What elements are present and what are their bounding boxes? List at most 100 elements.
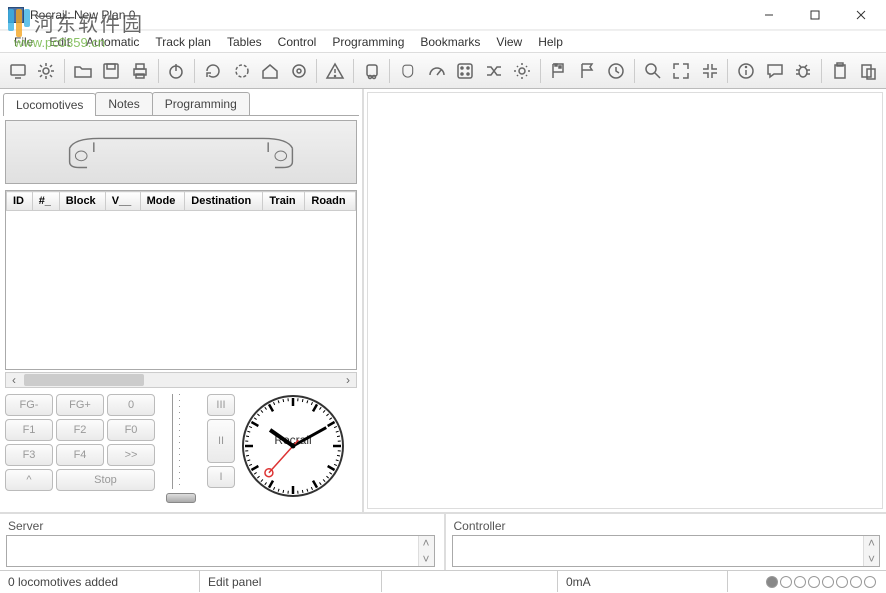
toolbar-separator	[316, 59, 317, 83]
bug-icon[interactable]	[790, 57, 818, 85]
col-block[interactable]: Block	[59, 192, 105, 211]
left-tabs: Locomotives Notes Programming	[3, 92, 359, 116]
monitor-icon[interactable]	[4, 57, 32, 85]
toolbar-separator	[353, 59, 354, 83]
controller-scrollbar[interactable]: ˄˅	[863, 536, 879, 566]
status-blank	[382, 571, 558, 592]
menu-help[interactable]: Help	[530, 33, 571, 51]
server-panel: Server ˄˅	[0, 514, 441, 570]
status-bar: 0 locomotives added Edit panel 0mA	[0, 570, 886, 592]
step-i-button[interactable]: I	[207, 466, 235, 488]
toolbar-separator	[158, 59, 159, 83]
speed-step-column: III II I	[207, 394, 235, 503]
toolbar-separator	[634, 59, 635, 83]
left-pane: Locomotives Notes Programming ID#_BlockV…	[0, 89, 364, 512]
step-iii-button[interactable]: III	[207, 394, 235, 416]
col-id[interactable]: ID	[7, 192, 33, 211]
status-mode: Edit panel	[200, 571, 382, 592]
f1-button[interactable]: F1	[5, 419, 53, 441]
gear-icon[interactable]	[33, 57, 61, 85]
power-icon[interactable]	[163, 57, 191, 85]
col-destination[interactable]: Destination	[185, 192, 263, 211]
window-minimize-button[interactable]	[746, 0, 792, 30]
menu-bar: File Edit Automatic Track plan Tables Co…	[0, 30, 886, 52]
f3-button[interactable]: F3	[5, 444, 53, 466]
print-icon[interactable]	[126, 57, 154, 85]
target-icon[interactable]	[285, 57, 313, 85]
gauge-icon[interactable]	[423, 57, 451, 85]
train-icon[interactable]	[358, 57, 386, 85]
random-icon[interactable]	[452, 57, 480, 85]
fg-plus-button[interactable]: FG+	[56, 394, 104, 416]
status-locomotives: 0 locomotives added	[0, 571, 200, 592]
menu-file[interactable]: File	[6, 33, 41, 51]
col-[interactable]: #_	[32, 192, 59, 211]
main-toolbar	[0, 52, 886, 89]
menu-programming[interactable]: Programming	[324, 33, 412, 51]
app-icon	[8, 7, 24, 23]
throttle-control-panel: FG- FG+ 0 F1 F2 F0 F3 F4 >> ^ Stop III I…	[5, 394, 357, 503]
menu-bookmarks[interactable]: Bookmarks	[412, 33, 488, 51]
controller-log-list[interactable]: ˄˅	[452, 535, 881, 567]
col-mode[interactable]: Mode	[140, 192, 185, 211]
fg-minus-button[interactable]: FG-	[5, 394, 53, 416]
tab-programming[interactable]: Programming	[152, 92, 250, 115]
analog-clock: Rocrail	[241, 394, 345, 498]
expand-icon[interactable]	[667, 57, 695, 85]
forward-button[interactable]: >>	[107, 444, 155, 466]
f4-button[interactable]: F4	[56, 444, 104, 466]
clipboard-icon[interactable]	[826, 57, 854, 85]
status-indicator-dots	[766, 576, 886, 588]
stop-button[interactable]: Stop	[56, 469, 155, 491]
f0-button[interactable]: F0	[107, 419, 155, 441]
menu-edit[interactable]: Edit	[41, 33, 78, 51]
toolbar-separator	[540, 59, 541, 83]
home-icon[interactable]	[256, 57, 284, 85]
folder-open-icon[interactable]	[69, 57, 97, 85]
save-icon[interactable]	[98, 57, 126, 85]
toolbar-separator	[821, 59, 822, 83]
col-v[interactable]: V__	[105, 192, 140, 211]
menu-trackplan[interactable]: Track plan	[147, 33, 219, 51]
locomotive-table[interactable]: ID#_BlockV__ModeDestinationTrainRoadn	[5, 190, 357, 370]
step-ii-button[interactable]: II	[207, 419, 235, 463]
window-close-button[interactable]	[838, 0, 884, 30]
server-scrollbar[interactable]: ˄˅	[418, 536, 434, 566]
shuffle-icon[interactable]	[480, 57, 508, 85]
f2-button[interactable]: F2	[56, 419, 104, 441]
flag-checkered-icon[interactable]	[545, 57, 573, 85]
tab-notes[interactable]: Notes	[95, 92, 152, 115]
col-train[interactable]: Train	[263, 192, 305, 211]
info-icon[interactable]	[732, 57, 760, 85]
refresh-icon[interactable]	[199, 57, 227, 85]
paste-icon[interactable]	[855, 57, 883, 85]
window-maximize-button[interactable]	[792, 0, 838, 30]
track-plan-canvas[interactable]	[367, 92, 883, 509]
warning-icon[interactable]	[321, 57, 349, 85]
tab-locomotives[interactable]: Locomotives	[3, 93, 96, 116]
throttle-slider[interactable]	[161, 394, 201, 503]
zero-button[interactable]: 0	[107, 394, 155, 416]
clock-icon[interactable]	[602, 57, 630, 85]
toolbar-separator	[389, 59, 390, 83]
menu-control[interactable]: Control	[270, 33, 325, 51]
controller-label: Controller	[452, 517, 881, 535]
col-roadn[interactable]: Roadn	[305, 192, 356, 211]
window-titlebar: Rocrail: New Plan 0	[0, 0, 886, 30]
zoom-icon[interactable]	[639, 57, 667, 85]
menu-automatic[interactable]: Automatic	[78, 33, 147, 51]
caret-button[interactable]: ^	[5, 469, 53, 491]
shrink-icon[interactable]	[696, 57, 724, 85]
refresh-dashed-icon[interactable]	[228, 57, 256, 85]
server-log-list[interactable]: ˄˅	[6, 535, 435, 567]
menu-view[interactable]: View	[488, 33, 530, 51]
locomotive-preview	[5, 120, 357, 184]
mouse-icon[interactable]	[394, 57, 422, 85]
window-title: Rocrail: New Plan 0	[30, 8, 746, 22]
table-scrollbar-horizontal[interactable]: ‹›	[5, 372, 357, 388]
controller-panel: Controller ˄˅	[444, 514, 886, 570]
menu-tables[interactable]: Tables	[219, 33, 270, 51]
chat-icon[interactable]	[761, 57, 789, 85]
flag-icon[interactable]	[574, 57, 602, 85]
light-icon[interactable]	[509, 57, 537, 85]
